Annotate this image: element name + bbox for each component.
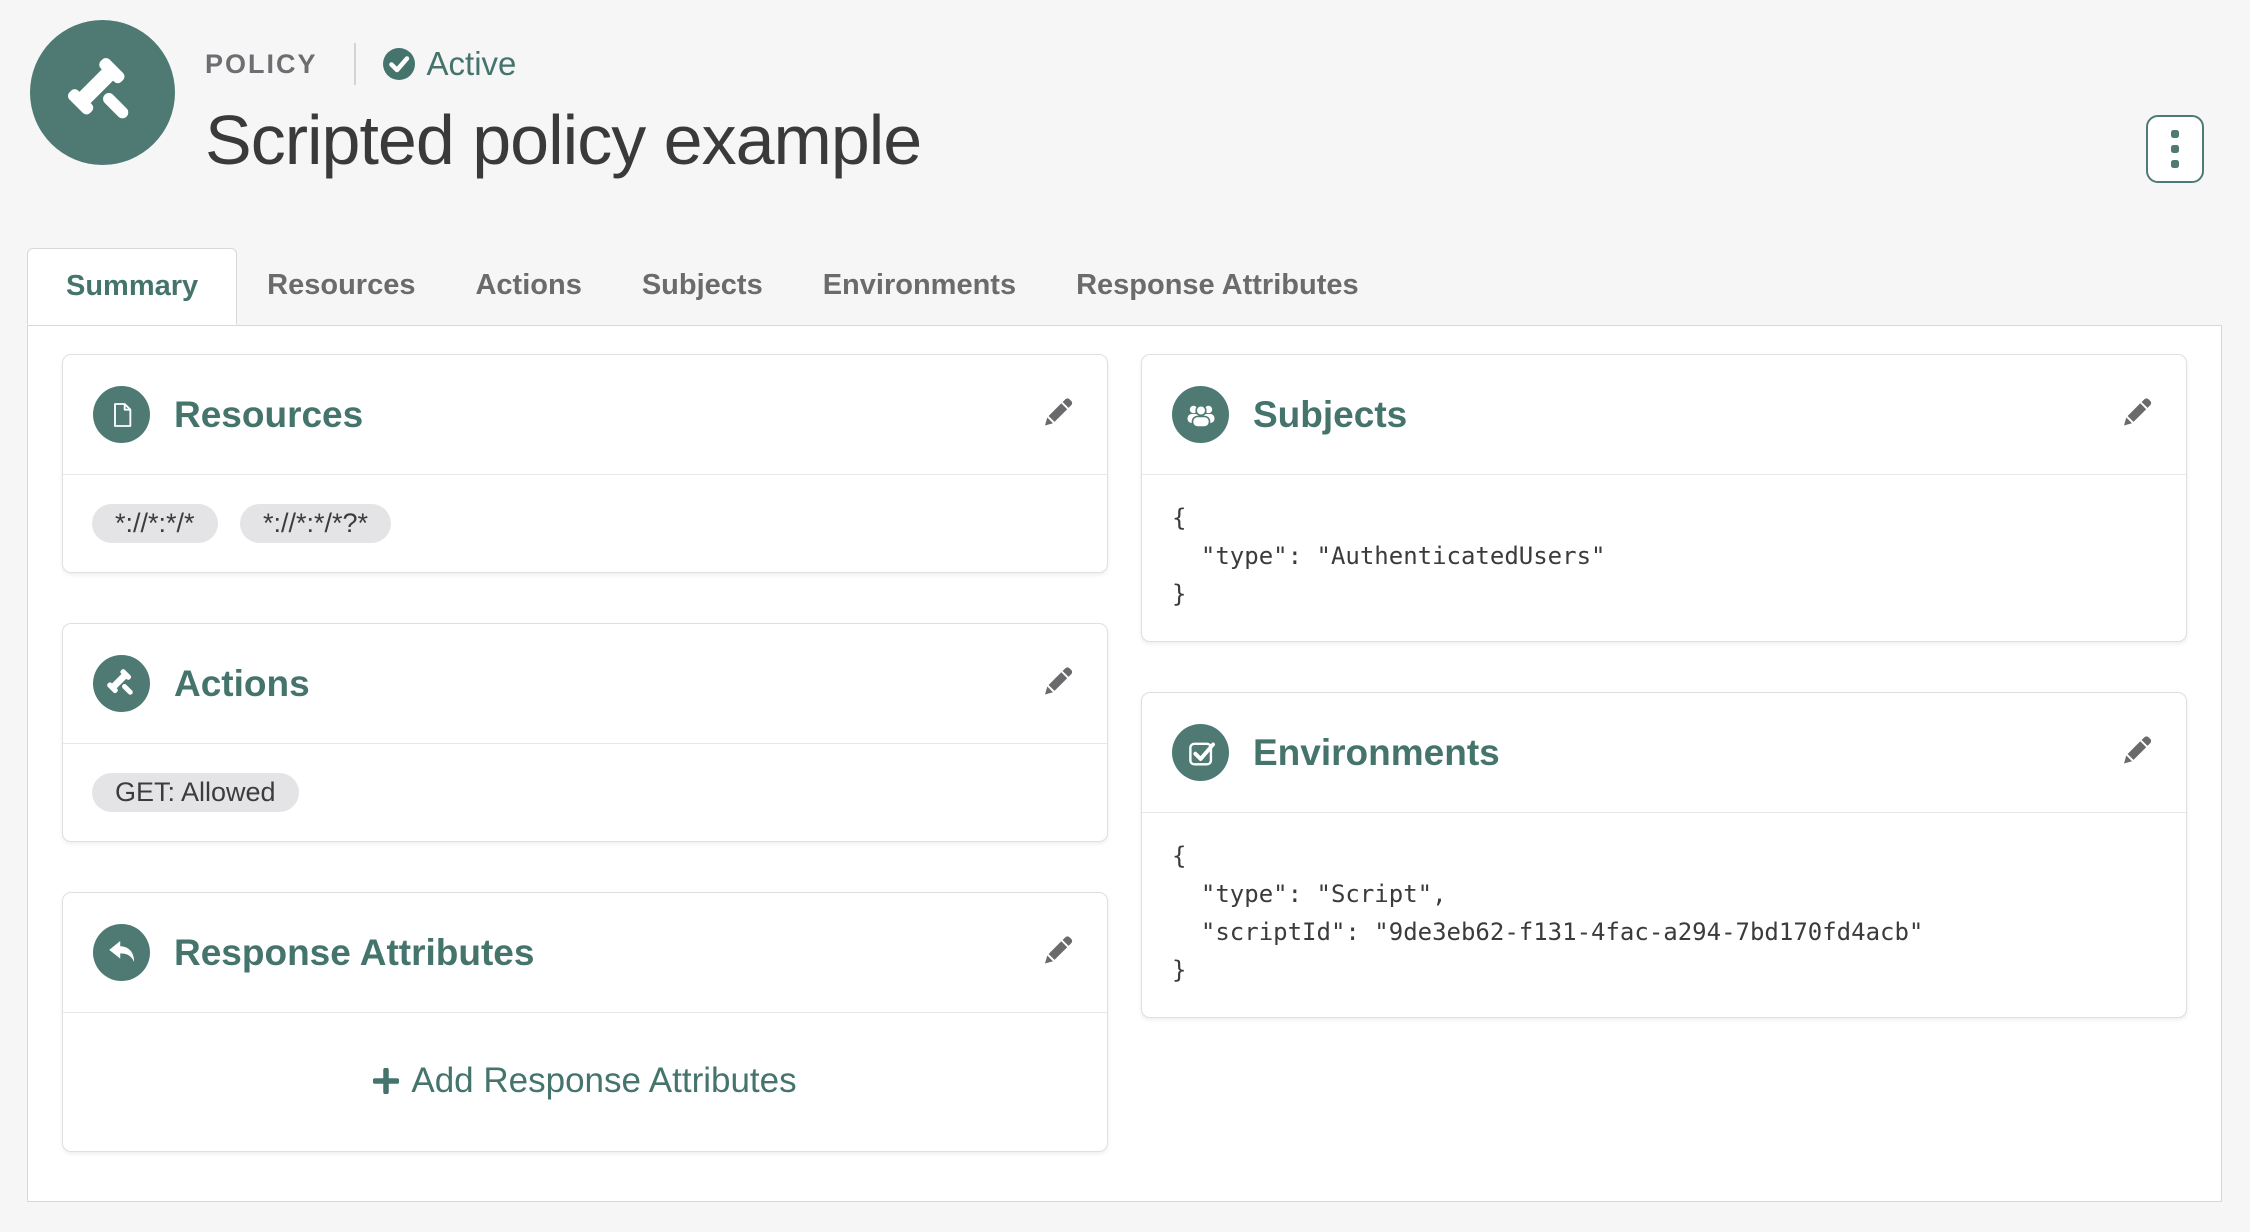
gavel-icon — [67, 57, 128, 118]
environments-card-title: Environments — [1253, 731, 1500, 773]
response-attributes-card-title: Response Attributes — [174, 931, 535, 973]
edit-environments-button[interactable] — [2116, 731, 2156, 774]
check-square-icon — [1188, 742, 1215, 766]
action-tag: GET: Allowed — [92, 773, 299, 812]
response-attributes-avatar — [93, 924, 150, 981]
summary-tab-pane: Resources *://*:*/* *://*:*/*?* Actions … — [27, 326, 2222, 1202]
resources-card-title: Resources — [174, 393, 364, 435]
tab-actions[interactable]: Actions — [445, 248, 611, 325]
tab-response-attributes[interactable]: Response Attributes — [1046, 248, 1389, 325]
tab-summary[interactable]: Summary — [27, 248, 238, 325]
pencil-icon — [1045, 667, 1073, 695]
pencil-icon — [1045, 398, 1073, 426]
right-column: Subjects { "type": "AuthenticatedUsers" … — [1141, 354, 2187, 1068]
actions-avatar — [93, 655, 150, 712]
resources-card: Resources *://*:*/* *://*:*/*?* — [62, 354, 1108, 573]
actions-card: Actions GET: Allowed — [62, 623, 1108, 842]
resource-pattern-tag: *://*:*/*?* — [240, 504, 392, 543]
resources-avatar — [93, 386, 150, 443]
subjects-card-title: Subjects — [1253, 393, 1408, 435]
left-column: Resources *://*:*/* *://*:*/*?* Actions … — [62, 354, 1108, 1202]
tab-subjects[interactable]: Subjects — [612, 248, 793, 325]
gavel-icon — [106, 668, 133, 695]
pencil-icon — [1045, 936, 1073, 964]
pencil-icon — [2124, 398, 2152, 426]
check-circle-icon — [382, 48, 415, 80]
plus-icon — [373, 1068, 400, 1094]
tab-environments[interactable]: Environments — [793, 248, 1046, 325]
environments-card: Environments { "type": "Script", "script… — [1141, 692, 2187, 1018]
reply-icon — [108, 940, 134, 962]
header-divider — [353, 43, 356, 85]
edit-actions-button[interactable] — [1037, 662, 1077, 705]
kebab-menu-button[interactable] — [2146, 115, 2204, 183]
tab-resources[interactable]: Resources — [237, 248, 445, 325]
status-label: Active — [426, 45, 517, 82]
page-header: POLICY Active Scripted policy example — [0, 0, 2250, 183]
add-response-attributes-button[interactable]: Add Response Attributes — [373, 1061, 797, 1101]
edit-subjects-button[interactable] — [2116, 393, 2156, 436]
subjects-avatar — [1172, 386, 1229, 443]
resource-pattern-tag: *://*:*/* — [92, 504, 218, 543]
users-icon — [1187, 404, 1214, 428]
actions-card-title: Actions — [174, 662, 310, 704]
environments-avatar — [1172, 724, 1229, 781]
environments-json: { "type": "Script", "scriptId": "9de3eb6… — [1172, 842, 1924, 984]
edit-resources-button[interactable] — [1037, 393, 1077, 436]
policy-type-label: POLICY — [205, 48, 318, 79]
kebab-icon — [2171, 130, 2179, 168]
response-attributes-card: Response Attributes Add Response Attribu… — [62, 892, 1108, 1152]
subjects-card: Subjects { "type": "AuthenticatedUsers" … — [1141, 354, 2187, 642]
policy-avatar — [30, 20, 175, 165]
page-title: Scripted policy example — [205, 101, 922, 179]
edit-response-attributes-button[interactable] — [1037, 931, 1077, 974]
status-badge: Active — [382, 45, 517, 83]
header-text: POLICY Active Scripted policy example — [205, 20, 922, 180]
add-response-attributes-label: Add Response Attributes — [411, 1061, 797, 1100]
tab-bar: Summary Resources Actions Subjects Envir… — [27, 248, 2222, 326]
subjects-json: { "type": "AuthenticatedUsers" } — [1172, 504, 1606, 608]
file-icon — [113, 402, 131, 427]
pencil-icon — [2124, 736, 2152, 764]
